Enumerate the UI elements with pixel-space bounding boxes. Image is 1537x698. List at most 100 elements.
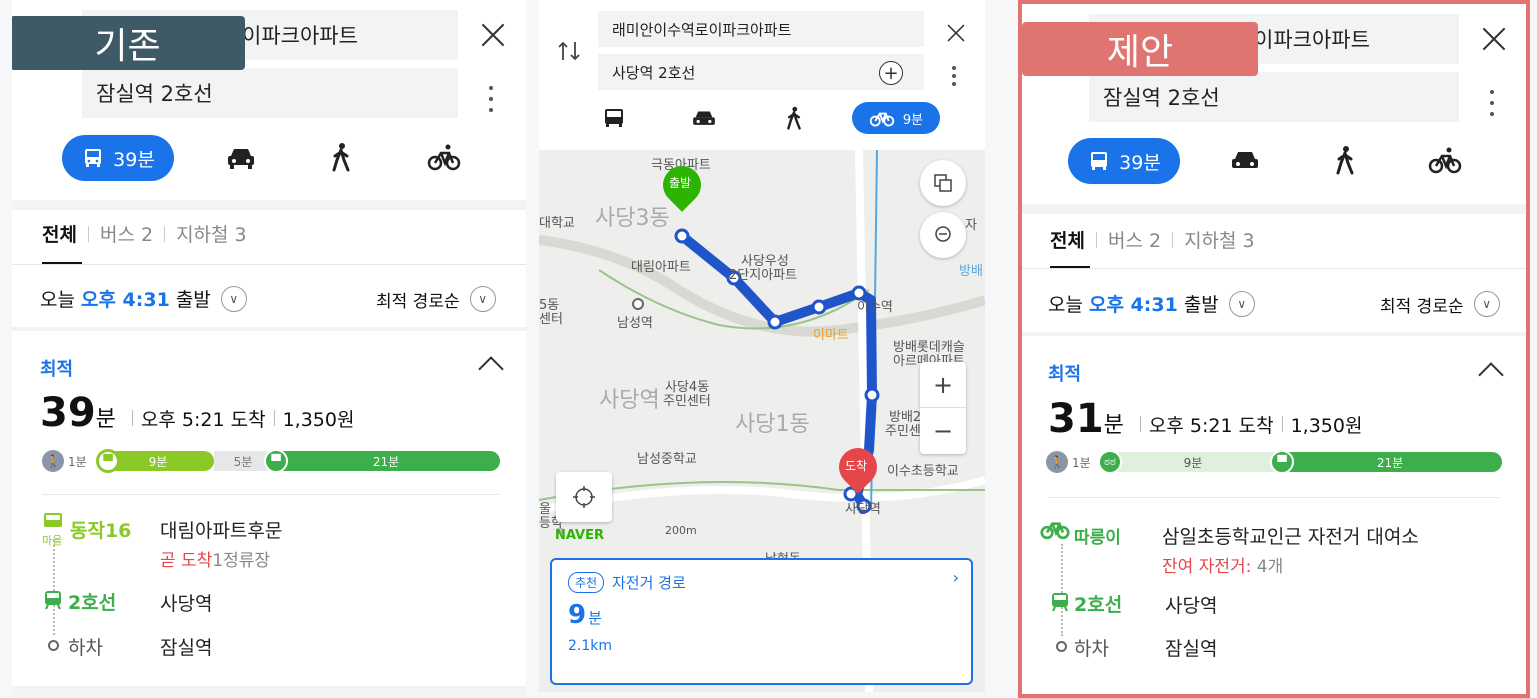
chevron-right-icon: › — [952, 568, 959, 587]
recommended-duration: 9분 — [568, 600, 602, 630]
recommended-route-card[interactable]: 추천 자전거 경로 › 9분 2.1km — [550, 558, 973, 685]
close-icon[interactable] — [945, 22, 968, 45]
close-icon[interactable] — [478, 20, 508, 50]
destination-input[interactable]: 잠실역 2호선 — [1089, 72, 1459, 122]
step-subway-station[interactable]: 사당역 — [160, 589, 212, 616]
layers-button[interactable] — [920, 160, 966, 206]
depart-time-selector[interactable]: 오늘 오후 4:31 출발 ∨ — [1048, 290, 1255, 317]
tab-subway[interactable]: 지하철 3 — [176, 220, 247, 247]
proposed-route-panel: 제안 이파크아파트 잠실역 2호선 39분 전체 버스 2 지하철 3 오늘 오후… — [1018, 0, 1530, 698]
map-label: 사당3동 — [595, 206, 670, 231]
more-menu-icon[interactable] — [488, 86, 494, 112]
sort-selector[interactable]: 최적 경로순 ∨ — [376, 286, 496, 312]
tab-bus[interactable]: 버스 2 — [100, 220, 153, 247]
sort-selector[interactable]: 최적 경로순 ∨ — [1380, 291, 1500, 317]
segment-subway: 21분 — [1278, 452, 1502, 472]
step-subway-name[interactable]: 2호선 — [68, 588, 116, 615]
bicycle-icon[interactable] — [1428, 145, 1462, 175]
section-gap — [12, 200, 526, 210]
bicycle-icon[interactable] — [427, 142, 461, 172]
tab-bus[interactable]: 버스 2 — [1108, 226, 1161, 253]
close-icon[interactable] — [1479, 24, 1509, 54]
map-label: 사당1동 — [735, 412, 810, 437]
step-bike-name[interactable]: 따릉이 — [1074, 523, 1121, 548]
section-gap — [1022, 332, 1526, 336]
walk-icon[interactable] — [330, 142, 352, 172]
map-label: 자 — [965, 218, 977, 233]
tab-subway[interactable]: 지하철 3 — [1184, 226, 1255, 253]
walk-icon[interactable] — [1334, 145, 1356, 175]
car-icon[interactable] — [226, 146, 256, 170]
transit-time: 39분 — [1119, 151, 1161, 174]
my-location-button[interactable] — [556, 472, 612, 522]
bus-icon: ▀ — [96, 449, 120, 473]
step-alight-station[interactable]: 잠실역 — [1165, 634, 1217, 661]
swap-icon[interactable] — [557, 40, 581, 62]
map-label: 센터 — [539, 312, 563, 327]
walk-icon: 🚶 — [42, 450, 64, 472]
end-pin-label: 도착 — [845, 459, 868, 473]
map-label: 대학교 — [539, 216, 575, 231]
bus-icon — [85, 149, 102, 167]
step-alight-station[interactable]: 잠실역 — [160, 633, 212, 660]
route-summary: 39 분 오후 5:21 도착 1,350원 — [40, 390, 355, 436]
segment-bike: 9분 — [1104, 452, 1282, 472]
bike-route-panel: 래미안이수역로이파크아파트 사당역 2호선 + 9분 극 — [539, 0, 985, 692]
bicycle-icon — [869, 112, 895, 127]
transit-mode-button[interactable]: 39분 — [1068, 138, 1180, 184]
section-gap — [12, 686, 526, 698]
location-share-button[interactable] — [920, 212, 966, 258]
tab-all[interactable]: 전체 — [1050, 226, 1085, 253]
collapse-icon[interactable] — [1478, 362, 1504, 388]
recommended-distance: 2.1km — [568, 638, 613, 654]
walk-mode-icon[interactable] — [785, 106, 803, 130]
bike-share-icon — [1040, 522, 1070, 540]
route-tabs: 전체 버스 2 지하철 3 — [42, 220, 247, 247]
transit-mode-button[interactable]: 39분 — [62, 135, 174, 181]
more-menu-icon[interactable] — [951, 66, 957, 86]
add-waypoint-icon[interactable]: + — [879, 61, 903, 85]
subway-icon: ▀ — [1270, 450, 1294, 474]
subway-icon — [45, 591, 61, 610]
zoom-in-icon[interactable]: + — [920, 362, 966, 408]
layers-icon — [934, 174, 952, 192]
origin-input[interactable]: 래미안이수역로이파크아파트 — [598, 11, 924, 47]
step-bike-station[interactable]: 삼일초등학교인근 자전거 대여소 — [1162, 522, 1419, 549]
bike-share-icon: ಠಠ — [1098, 450, 1122, 474]
best-route-label: 최적 — [40, 359, 74, 380]
depart-time-selector[interactable]: 오늘 오후 4:31 출발 ∨ — [40, 285, 247, 312]
label-current: 기존 — [12, 16, 245, 70]
step-subway-name[interactable]: 2호선 — [1074, 590, 1122, 617]
route-map[interactable]: 극동아파트 대학교 사당3동 대림아파트 사당우성 2단지아파트 5동 센터 남… — [539, 150, 985, 692]
route-line — [1061, 544, 1063, 636]
map-label: 200m — [665, 524, 697, 537]
chevron-down-icon: ∨ — [220, 285, 247, 312]
step-bus-stop[interactable]: 대림아파트후문 — [160, 516, 282, 543]
collapse-icon[interactable] — [478, 356, 504, 382]
crosshair-icon — [573, 486, 595, 508]
start-pin-label: 출발 — [669, 176, 692, 190]
map-label: 2단지아파트 — [729, 268, 798, 283]
map-label: 남성역 — [617, 316, 653, 331]
walk-icon: 🚶 — [1046, 451, 1068, 473]
step-subway-station[interactable]: 사당역 — [1165, 591, 1217, 618]
village-bus-icon — [44, 513, 62, 527]
map-label: 주민센터 — [663, 394, 711, 409]
destination-input[interactable]: 사당역 2호선 — [598, 54, 924, 90]
more-menu-icon[interactable] — [1489, 90, 1495, 116]
subway-icon — [1052, 593, 1068, 612]
bike-time: 9분 — [902, 112, 924, 128]
alight-marker — [48, 640, 59, 651]
zoom-out-icon[interactable]: − — [920, 408, 966, 454]
car-mode-icon[interactable] — [691, 109, 717, 129]
tab-all[interactable]: 전체 — [42, 220, 77, 247]
segment-subway: 21분 — [272, 451, 500, 471]
map-label: 대림아파트 — [631, 260, 691, 275]
bike-mode-button[interactable]: 9분 — [852, 102, 940, 134]
step-bus-arrival: 곧 도착1정류장 — [160, 551, 271, 571]
bus-mode-icon[interactable] — [603, 107, 625, 129]
step-bus-name[interactable]: 동작16 — [70, 516, 131, 543]
car-icon[interactable] — [1230, 149, 1260, 173]
destination-input[interactable]: 잠실역 2호선 — [82, 68, 458, 118]
village-badge: 마을 — [42, 534, 63, 547]
